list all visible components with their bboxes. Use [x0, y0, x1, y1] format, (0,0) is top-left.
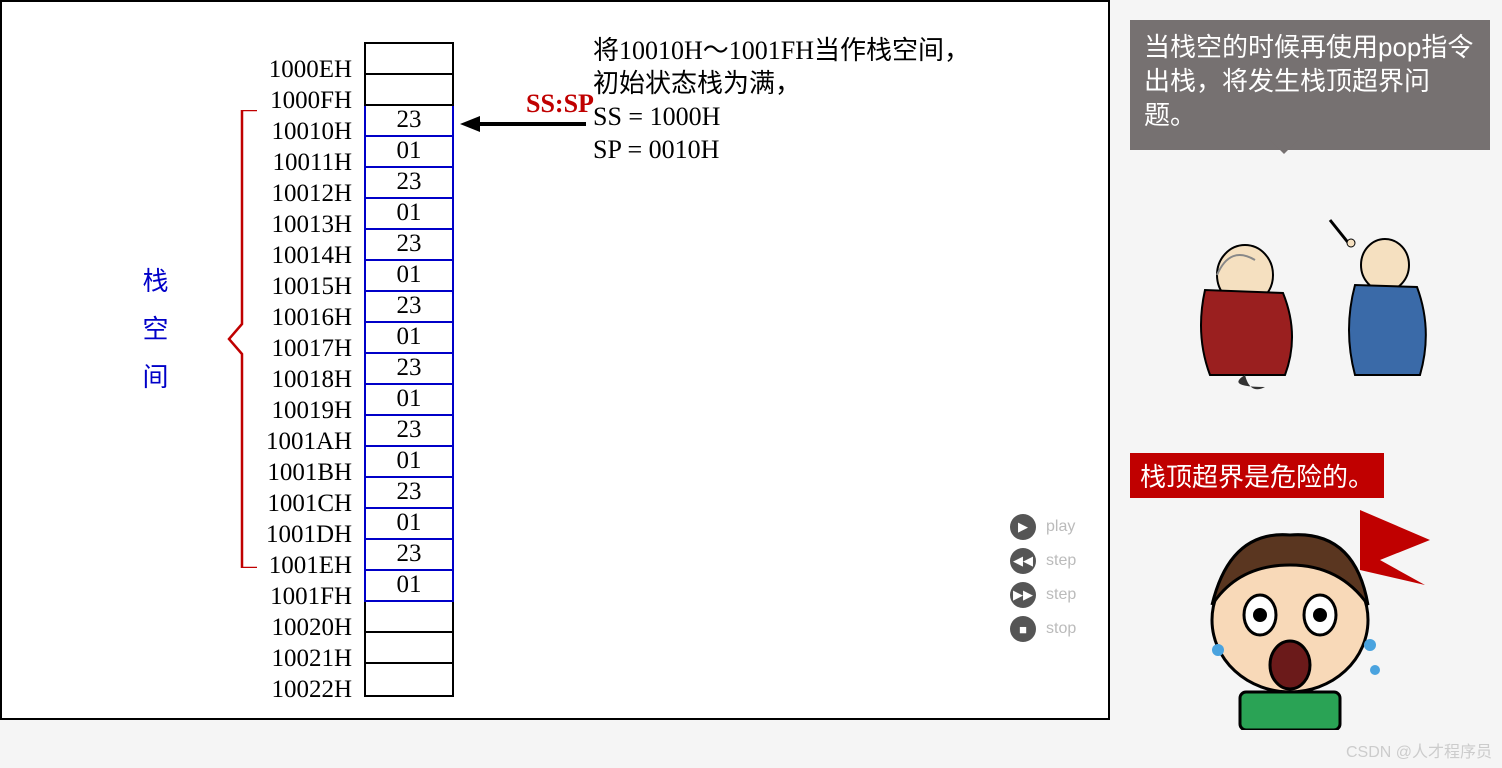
address-label: 10013H — [266, 209, 352, 240]
address-label: 1001AH — [266, 426, 352, 457]
monks-illustration — [1155, 215, 1470, 390]
address-label: 10017H — [266, 333, 352, 364]
address-label: 1001DH — [266, 519, 352, 550]
memory-cell — [366, 602, 452, 633]
address-label: 1000EH — [266, 54, 352, 85]
memory-cell: 23 — [364, 416, 454, 447]
memory-cell: 23 — [364, 168, 454, 199]
desc-line2: 初始状态栈为满， — [593, 67, 970, 100]
address-label: 10021H — [266, 643, 352, 674]
address-label: 10022H — [266, 674, 352, 705]
slide-panel: 栈空间 1000EH1000FH10010H10011H10012H10013H… — [0, 0, 1110, 720]
memory-cell — [366, 664, 452, 695]
stack-bracket — [227, 110, 262, 568]
address-label: 1001FH — [266, 581, 352, 612]
address-label: 10014H — [266, 240, 352, 271]
memory-cell: 01 — [364, 385, 454, 416]
memory-cell: 23 — [364, 230, 454, 261]
stop-icon: ■ — [1010, 616, 1036, 642]
memory-cell: 01 — [364, 199, 454, 230]
memory-cell: 01 — [364, 261, 454, 292]
forward-icon: ▶▶ — [1010, 582, 1036, 608]
memory-cell: 01 — [364, 447, 454, 478]
memory-cell: 01 — [364, 571, 454, 602]
address-label: 10011H — [266, 147, 352, 178]
address-label: 10010H — [266, 116, 352, 147]
memory-cell — [366, 75, 452, 106]
address-label: 10016H — [266, 302, 352, 333]
desc-line4: SP = 0010H — [593, 133, 970, 166]
playback-controls: ▶play ◀◀step ▶▶step ■stop — [1010, 514, 1076, 650]
address-column: 1000EH1000FH10010H10011H10012H10013H1001… — [266, 54, 352, 705]
address-label: 10019H — [266, 395, 352, 426]
address-label: 10015H — [266, 271, 352, 302]
watermark: CSDN @人才程序员 — [1346, 738, 1492, 762]
address-label: 1001EH — [266, 550, 352, 581]
description-block: 将10010H～1001FH当作栈空间， 初始状态栈为满， SS = 1000H… — [593, 34, 970, 166]
memory-cell: 23 — [364, 478, 454, 509]
address-label: 10012H — [266, 178, 352, 209]
stack-space-label: 栈空间 — [135, 267, 172, 411]
memory-cell — [366, 633, 452, 664]
sidebar: 当栈空的时候再使用pop指令出栈，将发生栈顶超界问题。 — [1130, 20, 1490, 150]
speech-bubble: 当栈空的时候再使用pop指令出栈，将发生栈顶超界问题。 — [1130, 20, 1490, 150]
desc-line3: SS = 1000H — [593, 100, 970, 133]
memory-cell: 23 — [364, 292, 454, 323]
memory-cell: 23 — [364, 354, 454, 385]
memory-cell: 23 — [364, 106, 454, 137]
memory-table: 23012301230123012301230123012301 — [364, 42, 454, 697]
play-icon: ▶ — [1010, 514, 1036, 540]
stop-button[interactable]: ■stop — [1010, 616, 1076, 642]
address-label: 1001CH — [266, 488, 352, 519]
memory-cell: 01 — [364, 137, 454, 168]
address-label: 1001BH — [266, 457, 352, 488]
address-label: 1000FH — [266, 85, 352, 116]
rewind-icon: ◀◀ — [1010, 548, 1036, 574]
warning-box: 栈顶超界是危险的。 — [1130, 453, 1384, 498]
step-back-button[interactable]: ◀◀step — [1010, 548, 1076, 574]
step-forward-button[interactable]: ▶▶step — [1010, 582, 1076, 608]
address-label: 10020H — [266, 612, 352, 643]
address-label: 10018H — [266, 364, 352, 395]
memory-cell — [366, 44, 452, 75]
memory-cell: 01 — [364, 509, 454, 540]
memory-cell: 01 — [364, 323, 454, 354]
play-button[interactable]: ▶play — [1010, 514, 1076, 540]
desc-line1: 将10010H～1001FH当作栈空间， — [593, 34, 970, 67]
memory-cell: 23 — [364, 540, 454, 571]
pointer-arrow — [458, 114, 588, 134]
shocked-boy-illustration — [1170, 500, 1440, 730]
